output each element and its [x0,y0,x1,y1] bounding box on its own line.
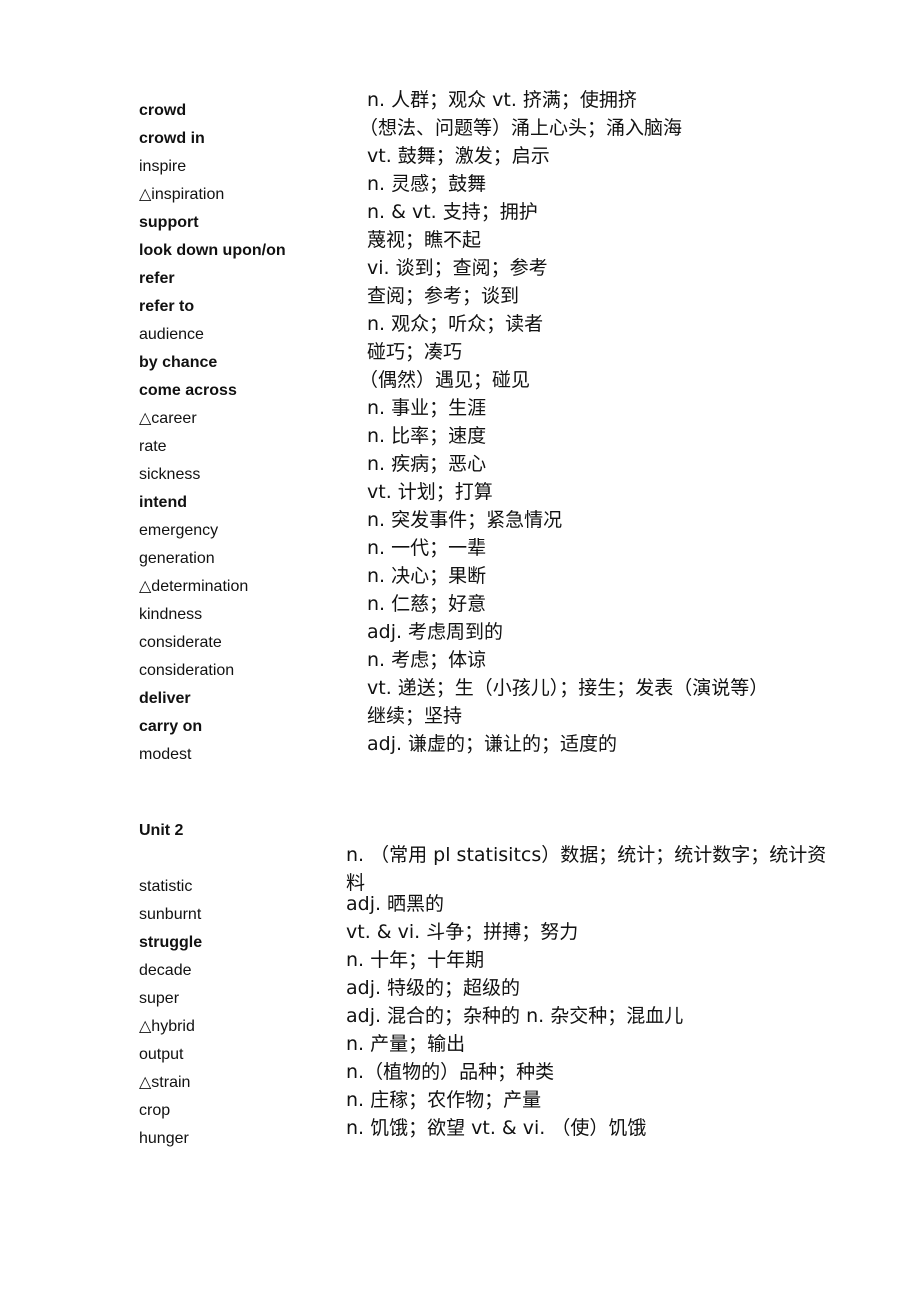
vocab-term: consideration [139,662,235,679]
vocab-definition: adj. 晒黑的 [346,893,445,915]
vocab-definition: n. & vt. 支持；拥护 [367,201,538,223]
vocab-term: support [139,214,199,231]
vocab-term: △hybrid [139,1018,195,1035]
vocab-term: kindness [139,606,203,623]
vocab-definition: 查阅；参考；谈到 [367,285,520,307]
vocab-definition-line: n. （常用 pl statisitcs）数据；统计；统计数字；统计资 [346,844,827,866]
vocab-term: generation [139,550,215,567]
vocab-definition: adj. 谦虚的；谦让的；适度的 [367,733,618,755]
vocab-definition: n. 考虑；体谅 [367,649,487,671]
vocab-definition: n. 饥饿；欲望 vt. & vi. （使）饥饿 [346,1117,647,1139]
vocab-definition: n. 人群；观众 vt. 挤满；使拥挤 [367,89,637,111]
vocab-term: modest [139,746,192,763]
vocab-definition: vt. 鼓舞；激发；启示 [367,145,550,167]
vocab-term: output [139,1046,184,1063]
vocab-definition: vt. & vi. 斗争；拼搏；努力 [346,921,579,943]
vocab-term: △career [139,410,197,427]
vocab-term: △strain [139,1074,191,1091]
vocab-definition: n. 观众；听众；读者 [367,313,544,335]
vocab-term: refer [139,270,175,287]
vocab-definition: vt. 递送；生（小孩儿）；接生；发表（演说等） [367,677,769,699]
vocab-definition: n. 十年；十年期 [346,949,485,971]
vocab-term: look down upon/on [139,242,286,259]
vocab-definition: n. 一代；一辈 [367,537,487,559]
vocab-term: crowd in [139,130,205,147]
vocab-term: struggle [139,934,203,951]
vocab-definition: n. 比率；速度 [367,425,487,447]
vocab-term: super [139,990,180,1007]
vocab-term: △determination [139,578,249,595]
vocab-definition: n. 决心；果断 [367,565,487,587]
vocab-term: decade [139,962,192,979]
vocab-definition: 继续；坚持 [367,705,463,727]
vocab-definition: n. 事业；生涯 [367,397,487,419]
vocab-term: inspire [139,158,187,175]
vocab-term: intend [139,494,187,511]
vocab-term: sickness [139,466,201,483]
vocab-definition: n. 突发事件；紧急情况 [367,509,563,531]
vocab-term: rate [139,438,167,455]
vocab-term: sunburnt [139,906,202,923]
vocab-definition: adj. 特级的；超级的 [346,977,521,999]
vocab-definition: 蔑视；瞧不起 [367,229,482,251]
vocab-term: hunger [139,1130,189,1147]
vocab-term: carry on [139,718,203,735]
vocab-row: modest adj. 谦虚的；谦让的；适度的 [0,733,920,765]
vocab-definition: n. 疾病；恶心 [367,453,487,475]
vocab-term: come across [139,382,237,399]
vocab-definition: vt. 计划；打算 [367,481,493,503]
vocab-definition: n. 灵感；鼓舞 [367,173,487,195]
vocab-term: considerate [139,634,222,651]
vocab-definition: （想法、问题等）涌上心头；涌入脑海 [359,117,683,139]
vocab-definition: n. 庄稼；农作物；产量 [346,1089,542,1111]
vocab-definition: adj. 考虑周到的 [367,621,504,643]
vocab-term: by chance [139,354,218,371]
vocab-definition: n.（植物的）品种；种类 [346,1061,555,1083]
vocab-term: deliver [139,690,191,707]
vocab-term: statistic [139,878,193,895]
vocab-definition: adj. 混合的；杂种的 n. 杂交种；混血儿 [346,1005,684,1027]
vocab-definition: n. 仁慈；好意 [367,593,487,615]
vocab-term: △inspiration [139,186,225,203]
vocab-term: audience [139,326,204,343]
vocab-definition: （偶然）遇见；碰见 [359,369,531,391]
vocabulary-page: crowd n. 人群；观众 vt. 挤满；使拥挤 crowd in （想法、问… [0,0,920,1302]
vocab-definition: n. （常用 pl statisitcs）数据；统计；统计数字；统计资 料 [346,841,876,897]
vocab-definition: n. 产量；输出 [346,1033,466,1055]
vocab-term: emergency [139,522,219,539]
vocab-definition: 碰巧；凑巧 [367,341,463,363]
unit2-heading: Unit 2 [139,822,184,839]
vocab-row: hunger n. 饥饿；欲望 vt. & vi. （使）饥饿 [0,1117,920,1149]
vocab-term: refer to [139,298,195,315]
vocab-term: crop [139,1102,171,1119]
vocab-term: crowd [139,102,187,119]
vocab-definition: vi. 谈到；查阅；参考 [367,257,548,279]
